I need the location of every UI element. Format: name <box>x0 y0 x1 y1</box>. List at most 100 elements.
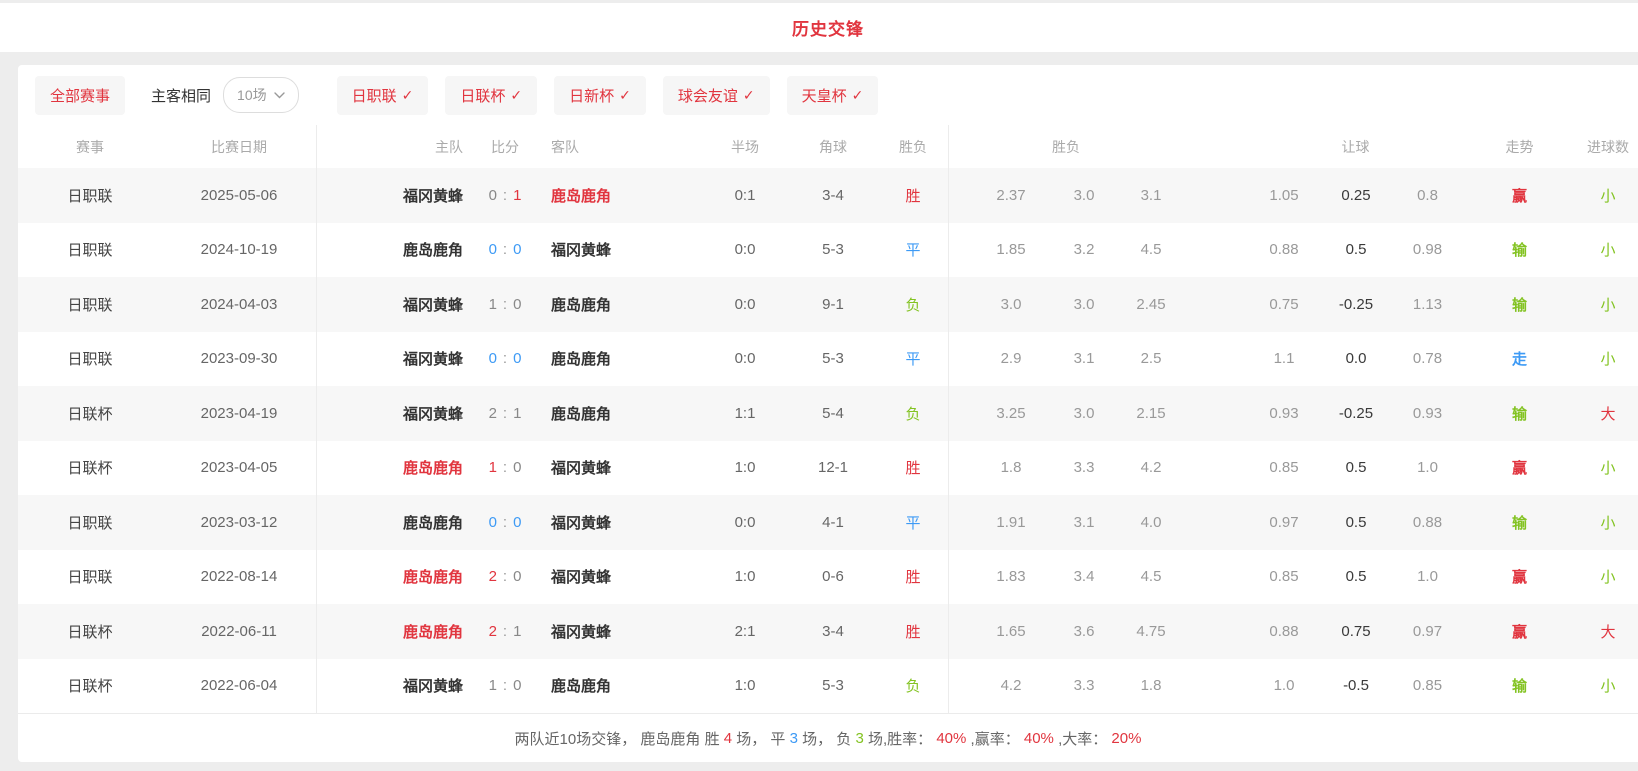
cell-corners: 5-3 <box>788 241 878 258</box>
cell-result: 负 <box>878 294 948 315</box>
away-goals: 0 <box>513 350 521 367</box>
cell-corners: 0-6 <box>788 568 878 585</box>
h2h-table: 赛事 比赛日期 主队 比分 客队 半场 角球 胜负 胜负 让球 走势 进球数 日… <box>18 125 1638 713</box>
cell-date: 2022-06-04 <box>162 677 316 694</box>
score-colon: : <box>497 623 513 640</box>
away-goals: 1 <box>513 187 521 204</box>
cell-odds-home: 2.37 <box>948 187 1050 204</box>
cell-date: 2023-04-19 <box>162 405 316 422</box>
cell-score: 0:1 <box>463 187 547 204</box>
summary-part: ,赢率： <box>966 728 1024 749</box>
cell-result: 胜 <box>878 566 948 587</box>
cell-odds-draw: 3.0 <box>1050 405 1118 422</box>
cell-odds-home: 1.85 <box>948 241 1050 258</box>
table-row: 日联杯 2023-04-19 福冈黄蜂 2:1 鹿岛鹿角 1:1 5-4 负 3… <box>18 386 1638 441</box>
cell-trend: 输 <box>1461 675 1578 696</box>
cell-odds-home: 3.25 <box>948 405 1050 422</box>
filter-league-button[interactable]: 日职联 ✓ <box>337 76 429 115</box>
table-row: 日职联 2024-10-19 鹿岛鹿角 0:0 福冈黄蜂 0:0 5-3 平 1… <box>18 223 1638 278</box>
score-colon: : <box>497 296 513 313</box>
cell-corners: 9-1 <box>788 296 878 313</box>
cell-away-team: 福冈黄蜂 <box>547 457 702 478</box>
cell-corners: 4-1 <box>788 514 878 531</box>
cell-handicap-away: 0.97 <box>1394 623 1461 640</box>
cell-handicap-home: 0.97 <box>1250 514 1318 531</box>
score-colon: : <box>497 677 513 694</box>
cell-corners: 3-4 <box>788 187 878 204</box>
cell-handicap-home: 0.93 <box>1250 405 1318 422</box>
summary-part: 40% <box>936 730 966 747</box>
cell-score: 0:0 <box>463 514 547 531</box>
cell-away-team: 福冈黄蜂 <box>547 621 702 642</box>
cell-odds-away: 1.8 <box>1118 677 1184 694</box>
home-goals: 2 <box>489 568 497 585</box>
filter-league-button[interactable]: 日新杯 ✓ <box>554 76 646 115</box>
cell-handicap-away: 0.98 <box>1394 241 1461 258</box>
cell-odds-draw: 3.3 <box>1050 677 1118 694</box>
cell-handicap-line: 0.5 <box>1318 514 1394 531</box>
filter-league-button[interactable]: 球会友谊 ✓ <box>663 76 770 115</box>
home-goals: 1 <box>489 677 497 694</box>
cell-date: 2023-03-12 <box>162 514 316 531</box>
cell-date: 2022-06-11 <box>162 623 316 640</box>
h2h-summary: 两队近10场交锋， 鹿岛鹿角 胜 4 场， 平 3 场， 负 3 场,胜率： 4… <box>18 713 1638 762</box>
header-league: 赛事 <box>18 137 162 157</box>
cell-handicap-line: 0.25 <box>1318 187 1394 204</box>
column-divider <box>316 125 317 713</box>
cell-away-team: 鹿岛鹿角 <box>547 294 702 315</box>
score-colon: : <box>497 459 513 476</box>
filter-league-button[interactable]: 日联杯 ✓ <box>445 76 537 115</box>
filter-bar: 全部赛事 主客相同 10场 日职联 ✓ 日联杯 ✓ 日新杯 ✓ 球会友谊 ✓ 天… <box>18 65 1638 125</box>
filter-league-label: 日联杯 <box>460 85 505 106</box>
away-goals: 0 <box>513 568 521 585</box>
home-goals: 0 <box>489 187 497 204</box>
away-goals: 1 <box>513 623 521 640</box>
cell-home-team: 福冈黄蜂 <box>316 185 463 206</box>
table-row: 日职联 2025-05-06 福冈黄蜂 0:1 鹿岛鹿角 0:1 3-4 胜 2… <box>18 168 1638 223</box>
cell-league: 日职联 <box>18 348 162 369</box>
cell-date: 2025-05-06 <box>162 187 316 204</box>
filter-league-button[interactable]: 天皇杯 ✓ <box>787 76 879 115</box>
cell-trend: 走 <box>1461 348 1578 369</box>
cell-handicap-line: -0.25 <box>1318 296 1394 313</box>
cell-handicap-line: 0.5 <box>1318 241 1394 258</box>
home-goals: 0 <box>489 514 497 531</box>
cell-handicap-away: 1.0 <box>1394 568 1461 585</box>
cell-league: 日联杯 <box>18 403 162 424</box>
cell-trend: 赢 <box>1461 185 1578 206</box>
header-corner: 角球 <box>788 137 878 157</box>
cell-odds-home: 1.8 <box>948 459 1050 476</box>
cell-home-team: 鹿岛鹿角 <box>316 621 463 642</box>
table-row: 日职联 2024-04-03 福冈黄蜂 1:0 鹿岛鹿角 0:0 9-1 负 3… <box>18 277 1638 332</box>
cell-goals: 小 <box>1578 675 1638 696</box>
cell-goals: 小 <box>1578 185 1638 206</box>
header-result: 胜负 <box>878 137 948 157</box>
cell-handicap-line: -0.25 <box>1318 405 1394 422</box>
filter-all-events-button[interactable]: 全部赛事 <box>35 76 125 115</box>
away-goals: 0 <box>513 514 521 531</box>
cell-away-team: 鹿岛鹿角 <box>547 185 702 206</box>
cell-odds-away: 4.5 <box>1118 241 1184 258</box>
header-half: 半场 <box>702 137 788 157</box>
page-header: 历史交锋 <box>0 3 1638 52</box>
match-count-select[interactable]: 10场 <box>223 77 299 113</box>
cell-odds-away: 4.5 <box>1118 568 1184 585</box>
cell-odds-draw: 3.0 <box>1050 296 1118 313</box>
cell-home-team: 福冈黄蜂 <box>316 403 463 424</box>
cell-away-team: 鹿岛鹿角 <box>547 675 702 696</box>
cell-trend: 赢 <box>1461 621 1578 642</box>
cell-half-time: 0:0 <box>702 296 788 313</box>
filter-league-label: 日职联 <box>352 85 397 106</box>
cell-odds-draw: 3.4 <box>1050 568 1118 585</box>
cell-home-team: 福冈黄蜂 <box>316 348 463 369</box>
header-date: 比赛日期 <box>162 137 316 157</box>
cell-trend: 赢 <box>1461 566 1578 587</box>
cell-odds-away: 3.1 <box>1118 187 1184 204</box>
summary-part: 3 <box>855 730 863 747</box>
score-colon: : <box>497 405 513 422</box>
cell-score: 0:0 <box>463 241 547 258</box>
cell-odds-draw: 3.1 <box>1050 350 1118 367</box>
cell-odds-home: 1.65 <box>948 623 1050 640</box>
summary-part: 3 <box>790 730 798 747</box>
cell-league: 日联杯 <box>18 621 162 642</box>
